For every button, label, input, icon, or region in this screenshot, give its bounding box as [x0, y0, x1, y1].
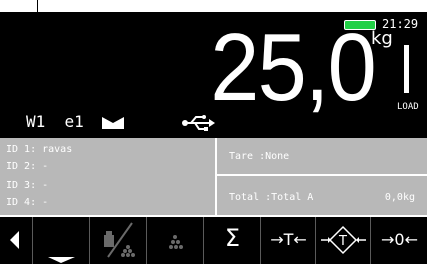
preset-tare-key[interactable]: T [315, 217, 371, 264]
weight-value: 25,0 [210, 14, 376, 121]
zero-key[interactable]: →0← [370, 217, 427, 264]
id-line-1: ID 1: ravas [6, 144, 73, 155]
sum-key[interactable]: Σ [203, 217, 261, 264]
sum-icon: Σ [224, 224, 241, 252]
id-line-3: ID 3: - [6, 180, 49, 191]
weight-display: 21:29 kg 25,0 LOAD W1 e1 [0, 12, 427, 138]
dots-disabled-icon [169, 235, 183, 249]
stable-indicator [404, 45, 409, 93]
load-label: LOAD [397, 102, 419, 112]
tare-info: Tare :None [229, 151, 290, 162]
bowtie-icon [102, 117, 124, 129]
zero-icon: →0← [381, 230, 418, 249]
dots-key[interactable] [146, 217, 204, 264]
id-line-2: ID 2: - [6, 161, 49, 172]
arrow-left-icon [10, 231, 19, 249]
id-line-4: ID 4: - [6, 197, 49, 208]
underscore-key[interactable] [32, 217, 90, 264]
tare-panel: Tare :None [217, 138, 427, 174]
preset-tare-icon: T [321, 225, 366, 255]
scale-id: W1 e1 [26, 112, 84, 131]
count-disabled-icon [104, 222, 135, 258]
total-panel: Total :Total A 0,0kg [217, 176, 427, 215]
usb-icon [182, 115, 215, 131]
total-value: 0,0kg [384, 192, 415, 203]
scroll-left-key[interactable] [0, 217, 32, 264]
id-panel: ID 1: ravas ID 2: - ID 3: - ID 4: - [0, 138, 215, 215]
underscore-icon [48, 257, 75, 263]
total-label: Total :Total A [229, 192, 314, 203]
count-key[interactable] [89, 217, 147, 264]
softkey-bar: Σ →T← T →0← [0, 217, 427, 264]
tare-icon: →T← [270, 230, 307, 249]
tare-key[interactable]: →T← [260, 217, 316, 264]
svg-text:T: T [338, 234, 347, 249]
